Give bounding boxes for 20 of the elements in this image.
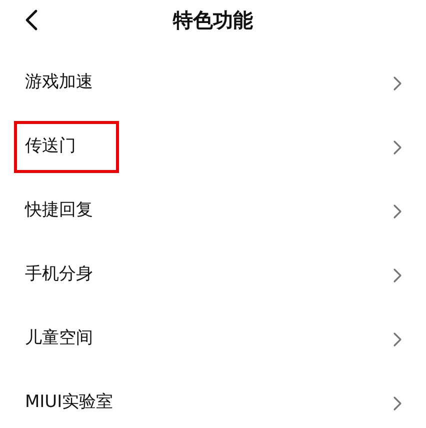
settings-item[interactable]: MIUI实验室 <box>0 371 426 428</box>
chevron-right-icon <box>393 204 402 218</box>
settings-item[interactable]: 传送门 <box>0 115 426 179</box>
chevron-right-icon <box>393 76 402 90</box>
settings-item[interactable]: 快捷回复 <box>0 179 426 243</box>
chevron-right-icon <box>393 268 402 282</box>
item-label: 快捷回复 <box>25 199 93 222</box>
item-label: 游戏加速 <box>25 71 93 94</box>
settings-item[interactable]: 手机分身 <box>0 243 426 307</box>
item-label: 手机分身 <box>25 263 93 286</box>
chevron-right-icon <box>393 332 402 346</box>
item-label: 儿童空间 <box>25 327 93 350</box>
settings-item[interactable]: 游戏加速 <box>0 51 426 115</box>
page-title: 特色功能 <box>173 7 253 34</box>
item-label: MIUI实验室 <box>25 391 114 414</box>
chevron-right-icon <box>393 140 402 154</box>
back-icon[interactable] <box>24 9 38 31</box>
chevron-right-icon <box>393 396 402 410</box>
settings-item[interactable]: 儿童空间 <box>0 307 426 371</box>
item-label: 传送门 <box>14 121 119 173</box>
